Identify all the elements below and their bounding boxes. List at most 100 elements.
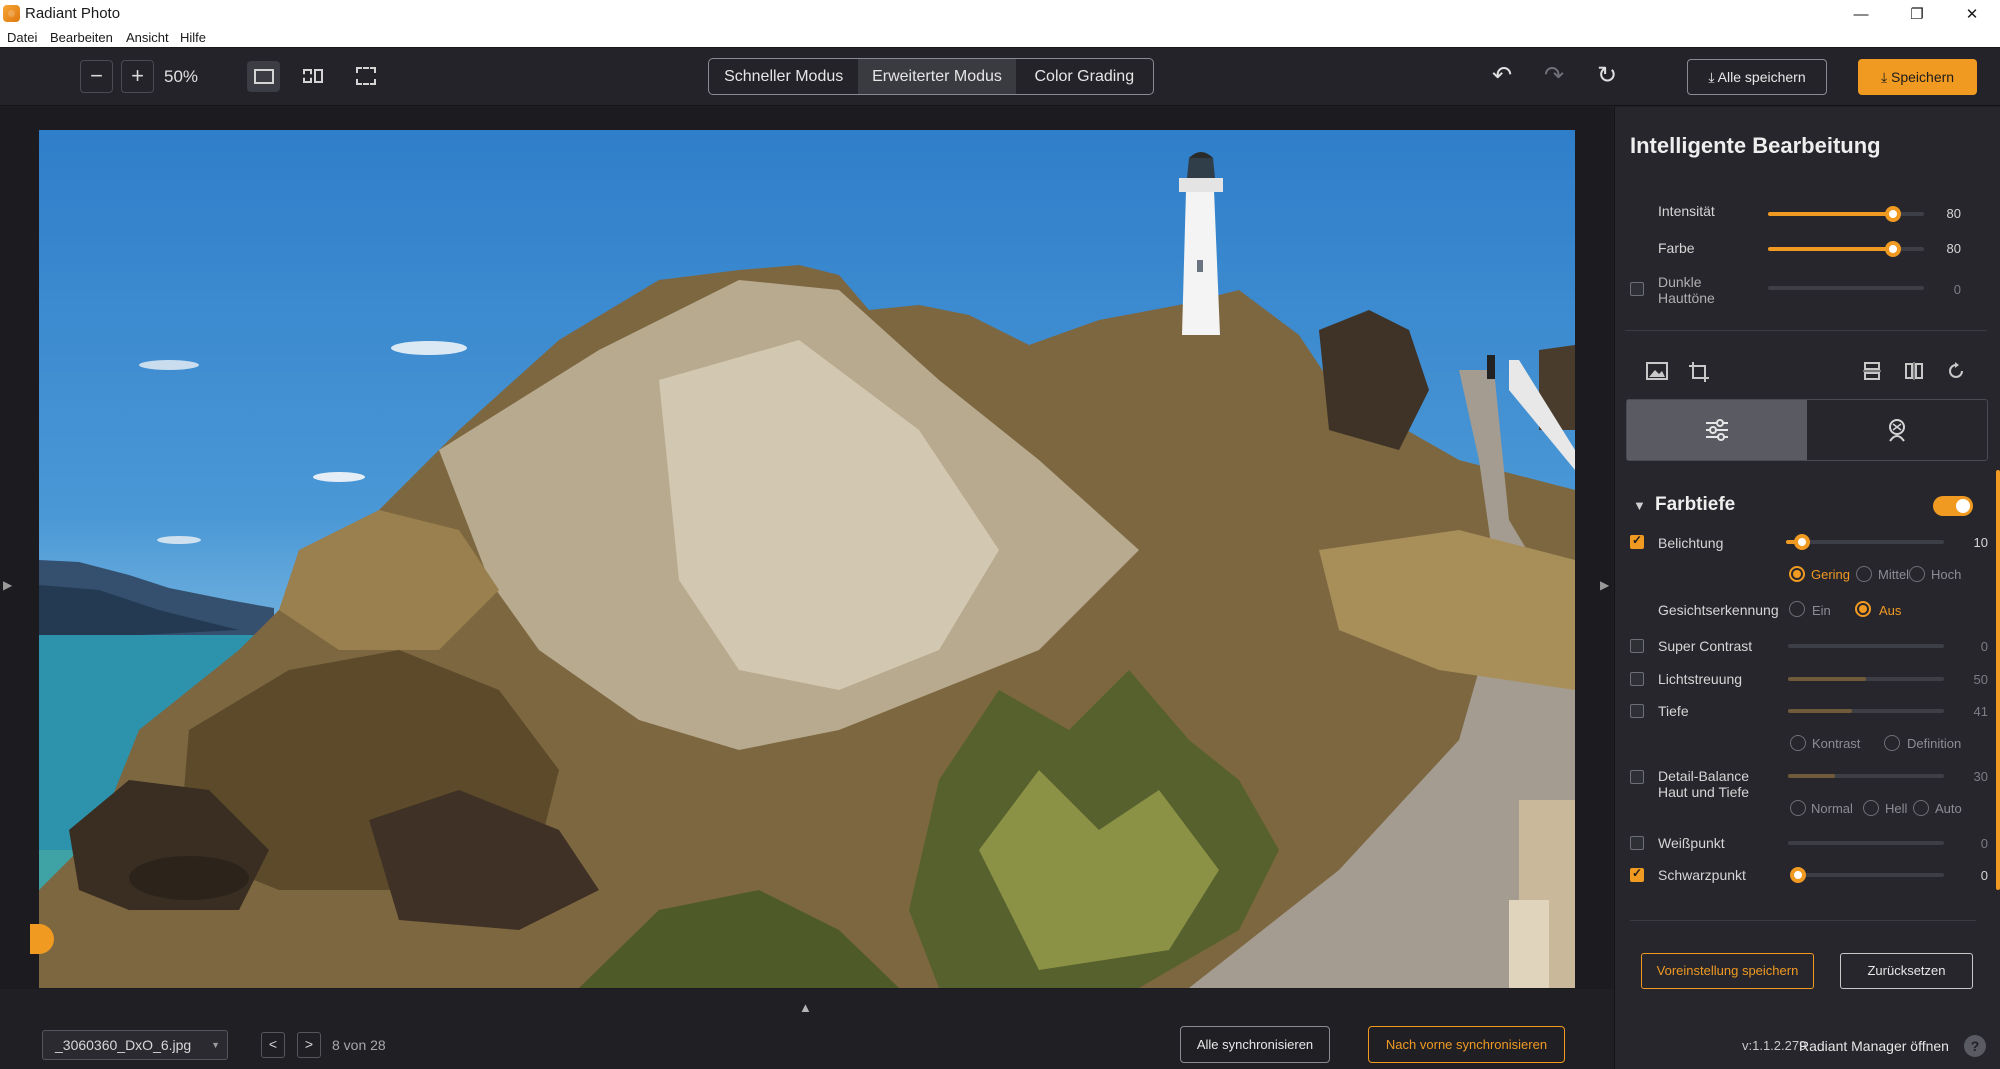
chevron-down-icon: ▼ [211,1040,220,1050]
expand-left-panel-icon[interactable]: ▶ [3,578,12,592]
file-select[interactable]: _3060360_DxO_6.jpg ▼ [42,1030,228,1060]
radiant-manager-link[interactable]: Radiant Manager öffnen [1799,1038,1949,1054]
menu-datei[interactable]: Datei [7,30,37,45]
panel-tabs [1626,399,1988,461]
title-bar: Radiant Photo — ❐ ✕ [0,0,2000,28]
flip-horizontal-icon[interactable] [1900,361,1928,389]
mode-switcher: Schneller Modus Erweiterter Modus Color … [708,58,1154,95]
save-preset-button[interactable]: Voreinstellung speichern [1641,953,1814,989]
help-icon[interactable]: ? [1964,1035,1986,1057]
redo-icon[interactable]: ↷ [1540,63,1568,91]
panel-scrollbar[interactable] [1996,470,2000,890]
single-view-icon[interactable] [247,61,280,92]
black-point-checkbox[interactable] [1630,866,1644,882]
exposure-label: Belichtung [1658,535,1724,551]
depth-checkbox[interactable] [1630,704,1644,718]
zoom-in-button[interactable]: + [121,60,154,93]
next-image-button[interactable]: > [297,1032,321,1058]
level-hoch-radio[interactable] [1909,566,1925,582]
menu-bearbeiten[interactable]: Bearbeiten [50,30,113,45]
undo-icon[interactable]: ↶ [1488,63,1516,91]
level-mittel-radio[interactable] [1856,566,1872,582]
black-point-label: Schwarzpunkt [1658,867,1746,883]
bottom-bar: ▲ _3060360_DxO_6.jpg ▼ < > 8 von 28 Alle… [0,990,1613,1069]
super-contrast-label: Super Contrast [1658,638,1753,654]
menu-bar: Datei Bearbeiten Ansicht Hilfe [0,28,2000,48]
detail-normal-radio[interactable] [1790,800,1806,816]
black-point-value: 0 [1980,868,1988,883]
expand-right-panel-icon[interactable]: ▶ [1600,578,1609,592]
rotate-icon[interactable] [1942,361,1970,389]
farbtiefe-toggle[interactable] [1933,496,1973,516]
white-point-checkbox[interactable] [1630,836,1644,850]
detail-balance-checkbox[interactable] [1630,770,1644,784]
tab-face-retouch[interactable] [1807,400,1987,460]
level-gering-radio[interactable] [1789,566,1805,582]
exposure-slider[interactable] [1786,534,1944,550]
depth-slider[interactable] [1788,704,1944,718]
depth-definition-radio[interactable] [1884,735,1900,751]
detail-normal-label: Normal [1811,801,1853,816]
tab-color-grading[interactable]: Color Grading [1016,59,1153,94]
face-detection-on-label: Ein [1812,603,1831,618]
white-point-slider[interactable] [1788,836,1944,850]
detail-auto-radio[interactable] [1913,800,1929,816]
adjustments-panel: Intelligente Bearbeitung Intensität 80 F… [1614,107,2000,1069]
detail-balance-value: 30 [1973,769,1988,784]
face-detection-on-radio[interactable] [1789,601,1805,617]
toolbar: − + 50% Schneller Modus Erweiterter Modu… [0,48,2000,106]
panel-title: Intelligente Bearbeitung [1630,133,1881,158]
light-diffusion-slider[interactable] [1788,672,1944,686]
exposure-checkbox[interactable] [1630,533,1644,549]
expand-filmstrip-icon[interactable]: ▲ [799,1000,812,1015]
zoom-level: 50% [164,67,199,86]
dark-skin-checkbox[interactable] [1630,282,1644,296]
super-contrast-checkbox[interactable] [1630,639,1644,653]
intensity-slider[interactable] [1768,206,1924,222]
light-diffusion-checkbox[interactable] [1630,672,1644,686]
photo-preview[interactable] [39,130,1575,988]
image-icon[interactable] [1643,361,1671,389]
menu-ansicht[interactable]: Ansicht [126,30,169,45]
detail-balance-slider[interactable] [1788,769,1944,783]
face-detection-off-radio[interactable] [1855,601,1871,617]
file-name: _3060360_DxO_6.jpg [55,1037,192,1053]
detail-hell-radio[interactable] [1863,800,1879,816]
reset-icon[interactable]: ↻ [1593,63,1621,91]
face-detection-off-label: Aus [1879,603,1902,618]
tab-schneller-modus[interactable]: Schneller Modus [709,59,858,94]
prev-image-button[interactable]: < [261,1032,285,1058]
collapse-caret-icon[interactable]: ▼ [1633,498,1646,513]
white-point-label: Weißpunkt [1658,835,1725,851]
flip-vertical-icon[interactable] [1858,361,1886,389]
close-button[interactable]: ✕ [1944,0,2000,28]
app-logo-icon [3,5,20,22]
depth-contrast-radio[interactable] [1790,735,1806,751]
maximize-button[interactable]: ❐ [1889,0,1945,28]
white-point-value: 0 [1980,836,1988,851]
detail-hell-label: Hell [1885,801,1908,816]
dark-skin-slider[interactable] [1768,281,1924,295]
face-detection-label: Gesichtserkennung [1658,602,1779,618]
face-retouch-icon [1889,419,1905,442]
tab-adjustments[interactable] [1627,400,1807,460]
save-button[interactable]: ⤓ Speichern [1858,59,1977,95]
depth-contrast-label: Kontrast [1812,736,1861,751]
zoom-out-button[interactable]: − [80,60,113,93]
sync-all-button[interactable]: Alle synchronisieren [1180,1026,1330,1063]
crop-icon[interactable] [1685,361,1713,389]
version-label: v:1.1.2.279 [1742,1038,1807,1053]
divider [1625,330,1987,331]
tab-erweiterter-modus[interactable]: Erweiterter Modus [858,59,1016,94]
reset-button[interactable]: Zurücksetzen [1840,953,1973,989]
depth-definition-label: Definition [1907,736,1962,751]
minimize-button[interactable]: — [1833,0,1889,28]
color-slider[interactable] [1768,241,1924,257]
sync-forward-button[interactable]: Nach vorne synchronisieren [1368,1026,1565,1063]
crop-view-icon[interactable] [350,61,383,92]
super-contrast-slider[interactable] [1788,639,1944,653]
split-view-icon[interactable] [297,61,330,92]
save-all-button[interactable]: ⤓ Alle speichern [1687,59,1827,95]
menu-hilfe[interactable]: Hilfe [180,30,206,45]
black-point-slider[interactable] [1790,867,1944,883]
